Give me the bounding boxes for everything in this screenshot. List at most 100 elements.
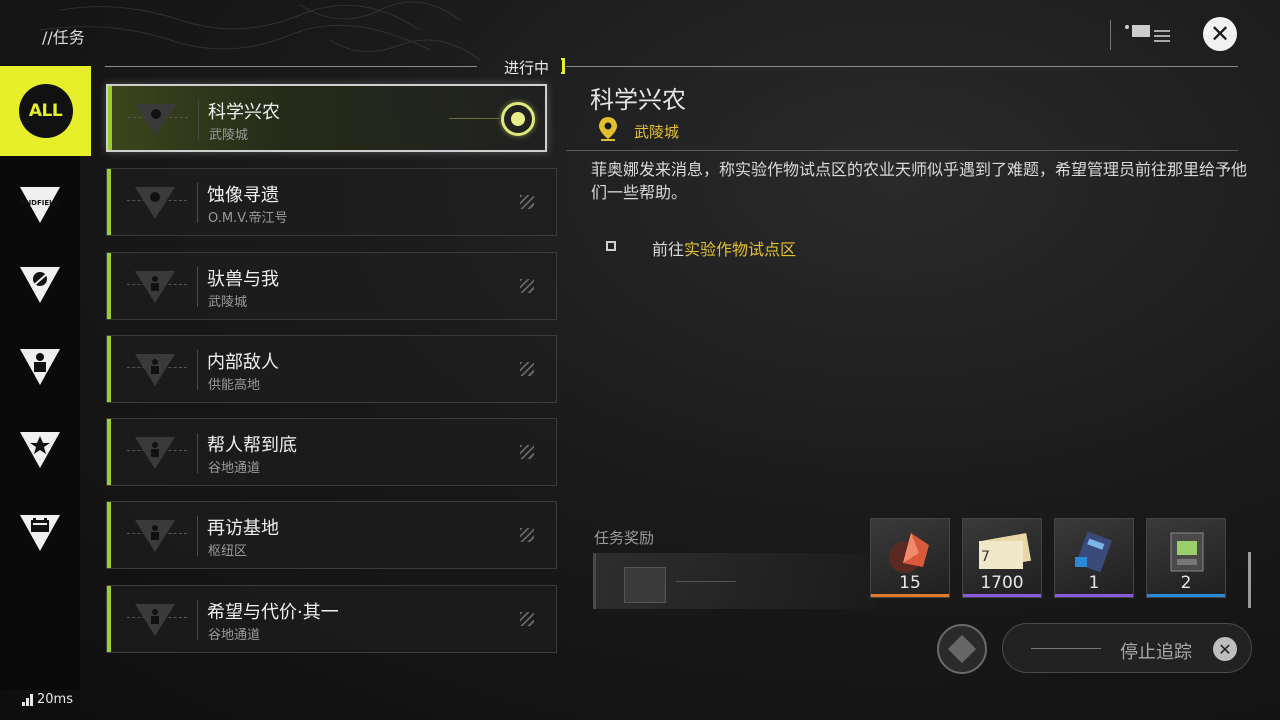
network-status: 20ms <box>22 692 73 707</box>
quest-item[interactable]: 帮人帮到底 谷地通道 <box>106 418 557 486</box>
button-line <box>1031 648 1101 649</box>
rarity-bar <box>1147 594 1225 597</box>
quest-accent <box>107 169 111 235</box>
quest-title: 驮兽与我 <box>207 269 279 290</box>
hatch-icon <box>520 445 534 459</box>
quest-separator <box>198 100 199 140</box>
reward-count: 1 <box>1088 573 1100 593</box>
reward-count: 2 <box>1180 573 1192 593</box>
quest-title: 帮人帮到底 <box>207 435 297 456</box>
hatch-icon <box>520 362 534 376</box>
close-icon: ✕ <box>1213 637 1237 661</box>
hatch-icon <box>520 195 534 209</box>
category-all[interactable]: ALL <box>0 66 91 156</box>
detail-divider <box>566 150 1238 151</box>
reward-item[interactable]: 7 1700 <box>962 518 1042 598</box>
ping-value: 20ms <box>37 692 73 707</box>
quest-separator <box>197 600 198 640</box>
quest-location: 武陵城 <box>208 295 248 310</box>
person-icon <box>20 349 60 385</box>
objective-prefix: 前往 <box>652 240 685 259</box>
quest-location: O.M.V.帝江号 <box>208 211 288 226</box>
rarity-bar <box>963 594 1041 597</box>
close-icon: ✕ <box>1209 20 1231 48</box>
rewards-strip <box>593 553 876 609</box>
ticket-icon: 7 <box>979 533 1031 569</box>
objective-target: 实验作物试点区 <box>684 240 797 259</box>
location-pin-icon <box>599 117 617 141</box>
quest-separator <box>197 350 198 390</box>
category-battery[interactable] <box>0 488 80 578</box>
quest-item[interactable]: 蚀像寻遗 O.M.V.帝江号 <box>106 168 557 236</box>
category-star[interactable] <box>0 405 80 495</box>
quest-location: 供能高地 <box>208 378 261 393</box>
rarity-bar <box>871 594 949 597</box>
reward-item[interactable]: 1 <box>1054 518 1134 598</box>
quest-item[interactable]: 再访基地 枢纽区 <box>106 501 557 569</box>
quest-separator <box>197 433 198 473</box>
reward-count: 1700 <box>980 573 1024 593</box>
status-bracket <box>561 58 565 74</box>
header-divider-right <box>566 66 1238 67</box>
person-icon <box>135 520 175 552</box>
machine-part-icon <box>1170 532 1204 572</box>
header-icon-divider <box>1110 20 1111 50</box>
quest-item[interactable]: 内部敌人 供能高地 <box>106 335 557 403</box>
quest-location: 武陵城 <box>209 128 249 143</box>
screen-mode-icon[interactable] <box>1124 22 1172 46</box>
navigate-button[interactable] <box>937 624 987 674</box>
close-button[interactable]: ✕ <box>1203 17 1237 51</box>
person-icon <box>135 354 175 386</box>
signal-icon <box>22 693 33 706</box>
star-icon <box>20 432 60 468</box>
reward-item[interactable]: 2 <box>1146 518 1226 598</box>
person-icon <box>135 437 175 469</box>
leaf-icon <box>20 267 60 303</box>
quest-separator <box>197 267 198 307</box>
hatch-icon <box>520 612 534 626</box>
quest-accent <box>108 86 112 150</box>
quest-location: 谷地通道 <box>208 461 261 476</box>
quest-description: 菲奥娜发来消息，称实验作物试点区的农业天师似乎遇到了难题，希望管理员前往那里给予… <box>591 160 1248 202</box>
quest-objective: 前往实验作物试点区 <box>652 236 796 260</box>
category-person[interactable] <box>0 322 80 412</box>
all-icon: ALL <box>18 84 73 138</box>
quest-title: 科学兴农 <box>208 102 280 123</box>
reward-item[interactable]: 15 <box>870 518 950 598</box>
tracking-target-icon[interactable] <box>501 102 535 136</box>
objective-checkbox <box>606 241 616 251</box>
rewards-scrollbar[interactable] <box>1248 552 1251 608</box>
battery-icon <box>20 515 60 551</box>
diamond-icon <box>947 634 977 664</box>
category-endfield[interactable]: ENDFIELD <box>0 160 80 250</box>
quest-location: 谷地通道 <box>208 628 261 643</box>
crate-icon <box>624 567 666 603</box>
rarity-bar <box>1055 594 1133 597</box>
rewards-label: 任务奖励 <box>594 529 655 547</box>
quest-accent <box>107 253 111 319</box>
quest-title: 希望与代价·其一 <box>207 602 339 623</box>
quest-detail-title: 科学兴农 <box>590 86 686 114</box>
header-divider <box>105 66 477 67</box>
quest-item[interactable]: 希望与代价·其一 谷地通道 <box>106 585 557 653</box>
quest-category-icon <box>136 104 176 136</box>
device-icon <box>1075 531 1113 573</box>
category-leaf[interactable] <box>0 240 80 330</box>
quest-separator <box>197 516 198 556</box>
quest-accent <box>107 586 111 652</box>
quest-title: 再访基地 <box>207 518 279 539</box>
reward-count: 15 <box>899 573 921 593</box>
stop-tracking-button[interactable]: 停止追踪 ✕ <box>1002 623 1252 673</box>
crystal-icon <box>889 533 929 573</box>
quest-item-active[interactable]: 科学兴农 武陵城 <box>106 84 547 152</box>
quest-detail-location: 武陵城 <box>634 123 680 141</box>
strip-line <box>676 581 736 582</box>
quest-location: 枢纽区 <box>208 544 248 559</box>
quest-accent <box>107 336 111 402</box>
quest-accent <box>107 419 111 485</box>
status-label: 进行中 <box>504 59 550 77</box>
endfield-icon: ENDFIELD <box>20 187 60 223</box>
breadcrumb: //任务 <box>42 28 85 47</box>
quest-title: 蚀像寻遗 <box>207 185 279 206</box>
quest-item[interactable]: 驮兽与我 武陵城 <box>106 252 557 320</box>
